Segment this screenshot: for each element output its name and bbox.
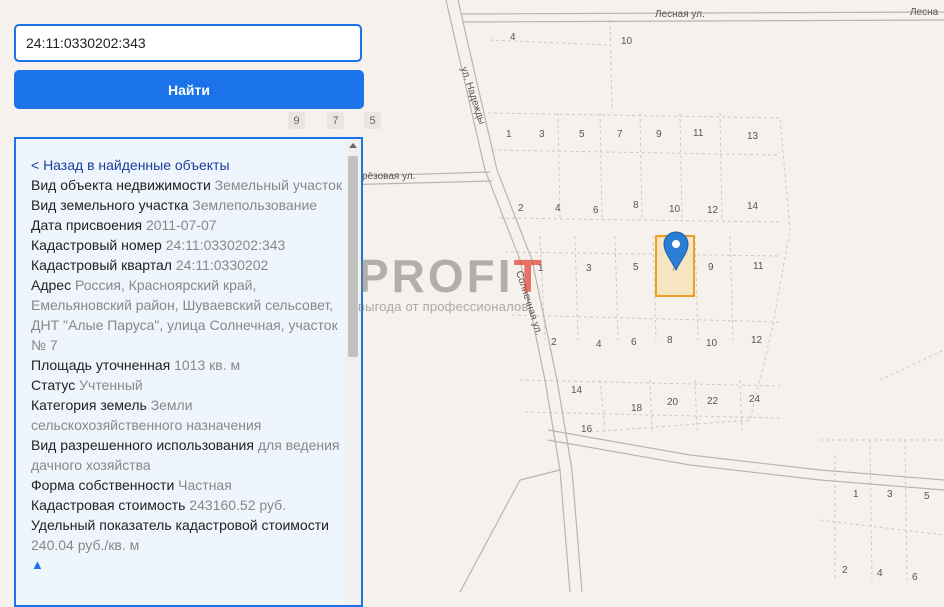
zoom-level-chip[interactable]: 5 xyxy=(364,112,381,129)
plot-number: 2 xyxy=(518,203,524,214)
info-row: Кадастровый номер 24:11:0330202:343 xyxy=(31,235,343,255)
plot-number: 2 xyxy=(551,337,557,348)
info-row-value: Земельный участок xyxy=(214,177,343,193)
plot-number: 3 xyxy=(586,263,592,274)
find-button[interactable]: Найти xyxy=(14,70,364,109)
info-row-label: Кадастровый квартал xyxy=(31,257,172,273)
plot-number: 5 xyxy=(924,491,930,502)
info-row-label: Дата присвоения xyxy=(31,217,143,233)
object-info-panel: < Назад в найденные объекты Вид объекта … xyxy=(14,137,363,607)
info-row-label: Статус xyxy=(31,377,76,393)
panel-scrollbar[interactable] xyxy=(345,139,361,605)
plot-number: 18 xyxy=(631,403,643,414)
info-row-label: Площадь уточненная xyxy=(31,357,171,373)
plot-number: 4 xyxy=(877,568,883,579)
roads xyxy=(299,0,944,592)
zoom-level-chip[interactable]: 7 xyxy=(327,112,344,129)
plot-number: 11 xyxy=(753,261,764,272)
scroll-thumb[interactable] xyxy=(348,156,358,357)
info-row-label: Удельный показатель кадастровой стоимост… xyxy=(31,517,329,533)
plot-number: 12 xyxy=(751,335,763,346)
plot-number: 8 xyxy=(633,200,639,211)
info-row-label: Форма собственности xyxy=(31,477,175,493)
plot-number: 5 xyxy=(579,129,585,140)
plot-number: 16 xyxy=(581,424,593,435)
info-row: Кадастровая стоимость 243160.52 руб. xyxy=(31,495,343,515)
plot-number: 9 xyxy=(656,129,662,140)
info-row-value: 24:11:0330202 xyxy=(175,257,269,273)
plot-number: 10 xyxy=(669,204,681,215)
plot-number: 1 xyxy=(853,489,859,500)
plot-number: 22 xyxy=(707,396,719,407)
plot-numbers: 4 10 1 3 5 7 9 11 13 2 4 6 8 10 12 14 1 … xyxy=(506,32,930,583)
info-row-label: Вид земельного участка xyxy=(31,197,189,213)
plot-number: 6 xyxy=(912,572,918,583)
scroll-up-arrow-icon[interactable] xyxy=(349,143,357,148)
object-info-content: < Назад в найденные объекты Вид объекта … xyxy=(31,155,343,575)
plot-number: 3 xyxy=(539,129,545,140)
plot-number: 1 xyxy=(538,263,544,274)
plot-number: 3 xyxy=(887,489,893,500)
info-row: Статус Учтенный xyxy=(31,375,343,395)
plot-number: 10 xyxy=(706,338,718,349)
plot-number: 10 xyxy=(621,36,633,47)
plot-number: 6 xyxy=(593,205,599,216)
info-row-value: Учтенный xyxy=(79,377,143,393)
plot-number: 14 xyxy=(747,201,759,212)
plot-number: 11 xyxy=(693,128,704,139)
plot-number: 4 xyxy=(555,203,561,214)
plot-number: 6 xyxy=(631,337,637,348)
plot-number: 7 xyxy=(617,129,623,140)
plot-number: 5 xyxy=(633,262,639,273)
info-row-value: 24:11:0330202:343 xyxy=(165,237,286,253)
plot-number: 20 xyxy=(667,397,679,408)
info-row-label: Кадастровая стоимость xyxy=(31,497,186,513)
info-row-value: 2011-07-07 xyxy=(145,217,217,233)
plot-number: 12 xyxy=(707,205,719,216)
info-row-value: 240.04 руб./кв. м xyxy=(31,537,140,553)
info-row: Удельный показатель кадастровой стоимост… xyxy=(31,515,343,555)
info-row: Вид объекта недвижимости Земельный участ… xyxy=(31,175,343,195)
parcel-boundaries xyxy=(487,19,944,581)
info-row: Кадастровый квартал 24:11:0330202 xyxy=(31,255,343,275)
collapse-arrow-icon[interactable]: ▲ xyxy=(31,555,343,575)
info-row-label: Адрес xyxy=(31,277,72,293)
cadastral-search-input[interactable] xyxy=(14,24,362,62)
plot-number: 8 xyxy=(667,335,673,346)
info-row-value: 1013 кв. м xyxy=(174,357,241,373)
back-to-results-link[interactable]: < Назад в найденные объекты xyxy=(31,157,230,173)
info-row: Вид разрешенного использования для веден… xyxy=(31,435,343,475)
info-row-label: Категория земель xyxy=(31,397,147,413)
plot-number: 14 xyxy=(571,385,583,396)
plot-number: 13 xyxy=(747,131,759,142)
info-row-label: Кадастровый номер xyxy=(31,237,162,253)
info-row: Площадь уточненная 1013 кв. м xyxy=(31,355,343,375)
info-row-value: Частная xyxy=(178,477,232,493)
info-row: Категория земель Земли сельскохозяйствен… xyxy=(31,395,343,435)
street-label-lesnaya: Лесная ул. xyxy=(655,9,705,20)
plot-number: 4 xyxy=(510,32,516,43)
info-row-label: Вид разрешенного использования xyxy=(31,437,254,453)
info-row: Форма собственности Частная xyxy=(31,475,343,495)
info-row-value: Землепользование xyxy=(192,197,318,213)
zoom-level-chip[interactable]: 9 xyxy=(288,112,305,129)
street-label-lesnaya-2: Лесна xyxy=(910,7,939,18)
street-label-solnechnaya: Солнечная ул. xyxy=(513,270,544,337)
info-row-value: Россия, Красноярский край, Емельяновский… xyxy=(31,277,338,353)
info-row: Дата присвоения 2011-07-07 xyxy=(31,215,343,235)
plot-number: 24 xyxy=(749,394,761,405)
info-row-value: 243160.52 руб. xyxy=(189,497,287,513)
info-rows: Вид объекта недвижимости Земельный участ… xyxy=(31,175,343,555)
info-row: Адрес Россия, Красноярский край, Емельян… xyxy=(31,275,343,355)
info-row: Вид земельного участка Землепользование xyxy=(31,195,343,215)
plot-number: 1 xyxy=(506,129,512,140)
plot-number: 9 xyxy=(708,262,714,273)
plot-number: 2 xyxy=(842,565,848,576)
plot-number: 4 xyxy=(596,339,602,350)
street-label-berezovaya: рёзовая ул. xyxy=(362,171,416,182)
info-row-label: Вид объекта недвижимости xyxy=(31,177,211,193)
